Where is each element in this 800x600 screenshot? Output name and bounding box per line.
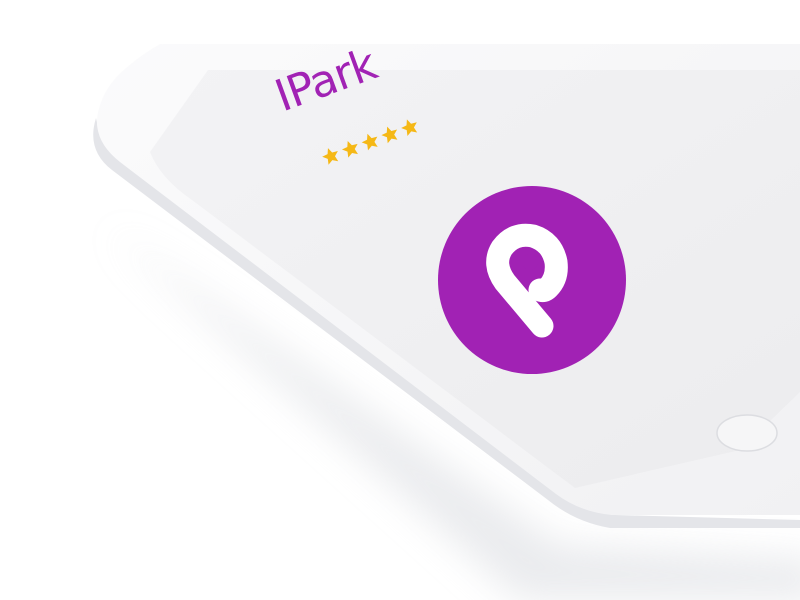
logo-circle (438, 186, 626, 374)
home-button-icon[interactable] (716, 414, 778, 452)
phone-mockup (93, 44, 800, 600)
mockup-stage: IPark (0, 0, 800, 600)
